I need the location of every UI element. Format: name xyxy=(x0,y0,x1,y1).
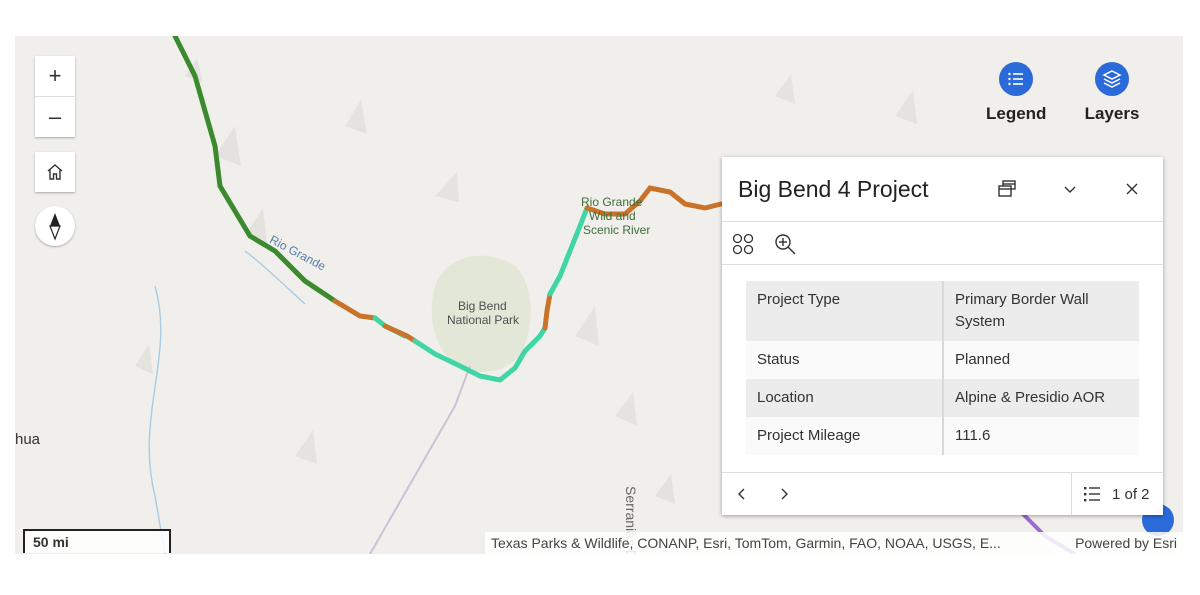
pager-text: 1 of 2 xyxy=(1112,485,1150,503)
wsr-label-3: Scenic River xyxy=(583,223,651,237)
popup-toolbar xyxy=(722,222,1163,265)
zoom-control: + – xyxy=(35,56,75,137)
legend-label: Legend xyxy=(986,104,1047,123)
border-wall-orange-2[interactable] xyxy=(382,323,418,344)
border-wall-orange-3[interactable] xyxy=(542,291,553,331)
field-label: Location xyxy=(746,379,944,417)
field-value: Planned xyxy=(943,341,1139,379)
close-button[interactable] xyxy=(1120,177,1144,201)
zoom-in-button[interactable]: + xyxy=(35,56,75,96)
wsr-label-2: Wild and xyxy=(589,209,636,223)
attribution-bar: Texas Parks & Wildlife, CONANP, Esri, To… xyxy=(485,532,1183,554)
border-wall-orange-1[interactable] xyxy=(332,298,378,321)
layers-label: Layers xyxy=(1084,104,1140,123)
compass-icon xyxy=(49,213,61,241)
dock-button[interactable] xyxy=(995,177,1019,201)
field-value: Alpine & Presidio AOR xyxy=(943,379,1139,417)
field-label: Project Type xyxy=(746,281,944,341)
layers-icon xyxy=(1095,62,1129,96)
dock-icon xyxy=(998,180,1016,197)
popup-header: Big Bend 4 Project xyxy=(722,157,1163,222)
attribution-sources[interactable]: Texas Parks & Wildlife, CONANP, Esri, To… xyxy=(491,535,1001,551)
layers-button[interactable]: Layers xyxy=(1082,62,1142,124)
feature-list-button[interactable]: 1 of 2 xyxy=(1071,473,1163,515)
field-value: Primary Border Wall System xyxy=(943,281,1139,341)
scale-bar: 50 mi xyxy=(23,529,171,553)
chevron-right-icon xyxy=(781,488,788,500)
home-icon xyxy=(47,164,63,180)
close-icon xyxy=(1126,183,1138,195)
table-row: Project Type Primary Border Wall System xyxy=(746,281,1139,341)
park-label-1: Big Bend xyxy=(458,299,507,313)
select-features-icon[interactable] xyxy=(731,232,755,256)
city-label: hua xyxy=(15,431,41,448)
previous-button[interactable] xyxy=(730,482,754,506)
next-button[interactable] xyxy=(772,482,796,506)
table-row: Status Planned xyxy=(746,341,1139,379)
legend-icon xyxy=(999,62,1033,96)
field-value: 111.6 xyxy=(943,417,1139,455)
popup-title: Big Bend 4 Project xyxy=(738,175,929,202)
table-row: Project Mileage 111.6 xyxy=(746,417,1139,455)
chevron-left-icon xyxy=(738,488,745,500)
zoom-out-button[interactable]: – xyxy=(35,96,75,137)
wsr-label-1: Rio Grande xyxy=(581,195,643,209)
powered-by-esri[interactable]: Powered by Esri xyxy=(1075,535,1177,551)
feature-popup: Big Bend 4 Project Project Type Primary … xyxy=(722,157,1163,515)
popup-footer: 1 of 2 xyxy=(722,472,1163,515)
field-label: Status xyxy=(746,341,944,379)
park-label-2: National Park xyxy=(447,313,520,327)
collapse-button[interactable] xyxy=(1058,177,1082,201)
highway xyxy=(369,365,471,554)
compass-button[interactable] xyxy=(35,206,75,246)
zoom-to-icon[interactable] xyxy=(773,232,797,256)
home-button[interactable] xyxy=(35,152,75,192)
border-wall-teal-3[interactable] xyxy=(547,205,590,297)
field-label: Project Mileage xyxy=(746,417,944,455)
table-row: Location Alpine & Presidio AOR xyxy=(746,379,1139,417)
legend-button[interactable]: Legend xyxy=(986,62,1046,124)
chevron-down-icon xyxy=(1064,186,1076,193)
attribute-table: Project Type Primary Border Wall System … xyxy=(746,281,1139,455)
list-icon xyxy=(1084,487,1100,502)
tributary xyxy=(148,285,166,554)
